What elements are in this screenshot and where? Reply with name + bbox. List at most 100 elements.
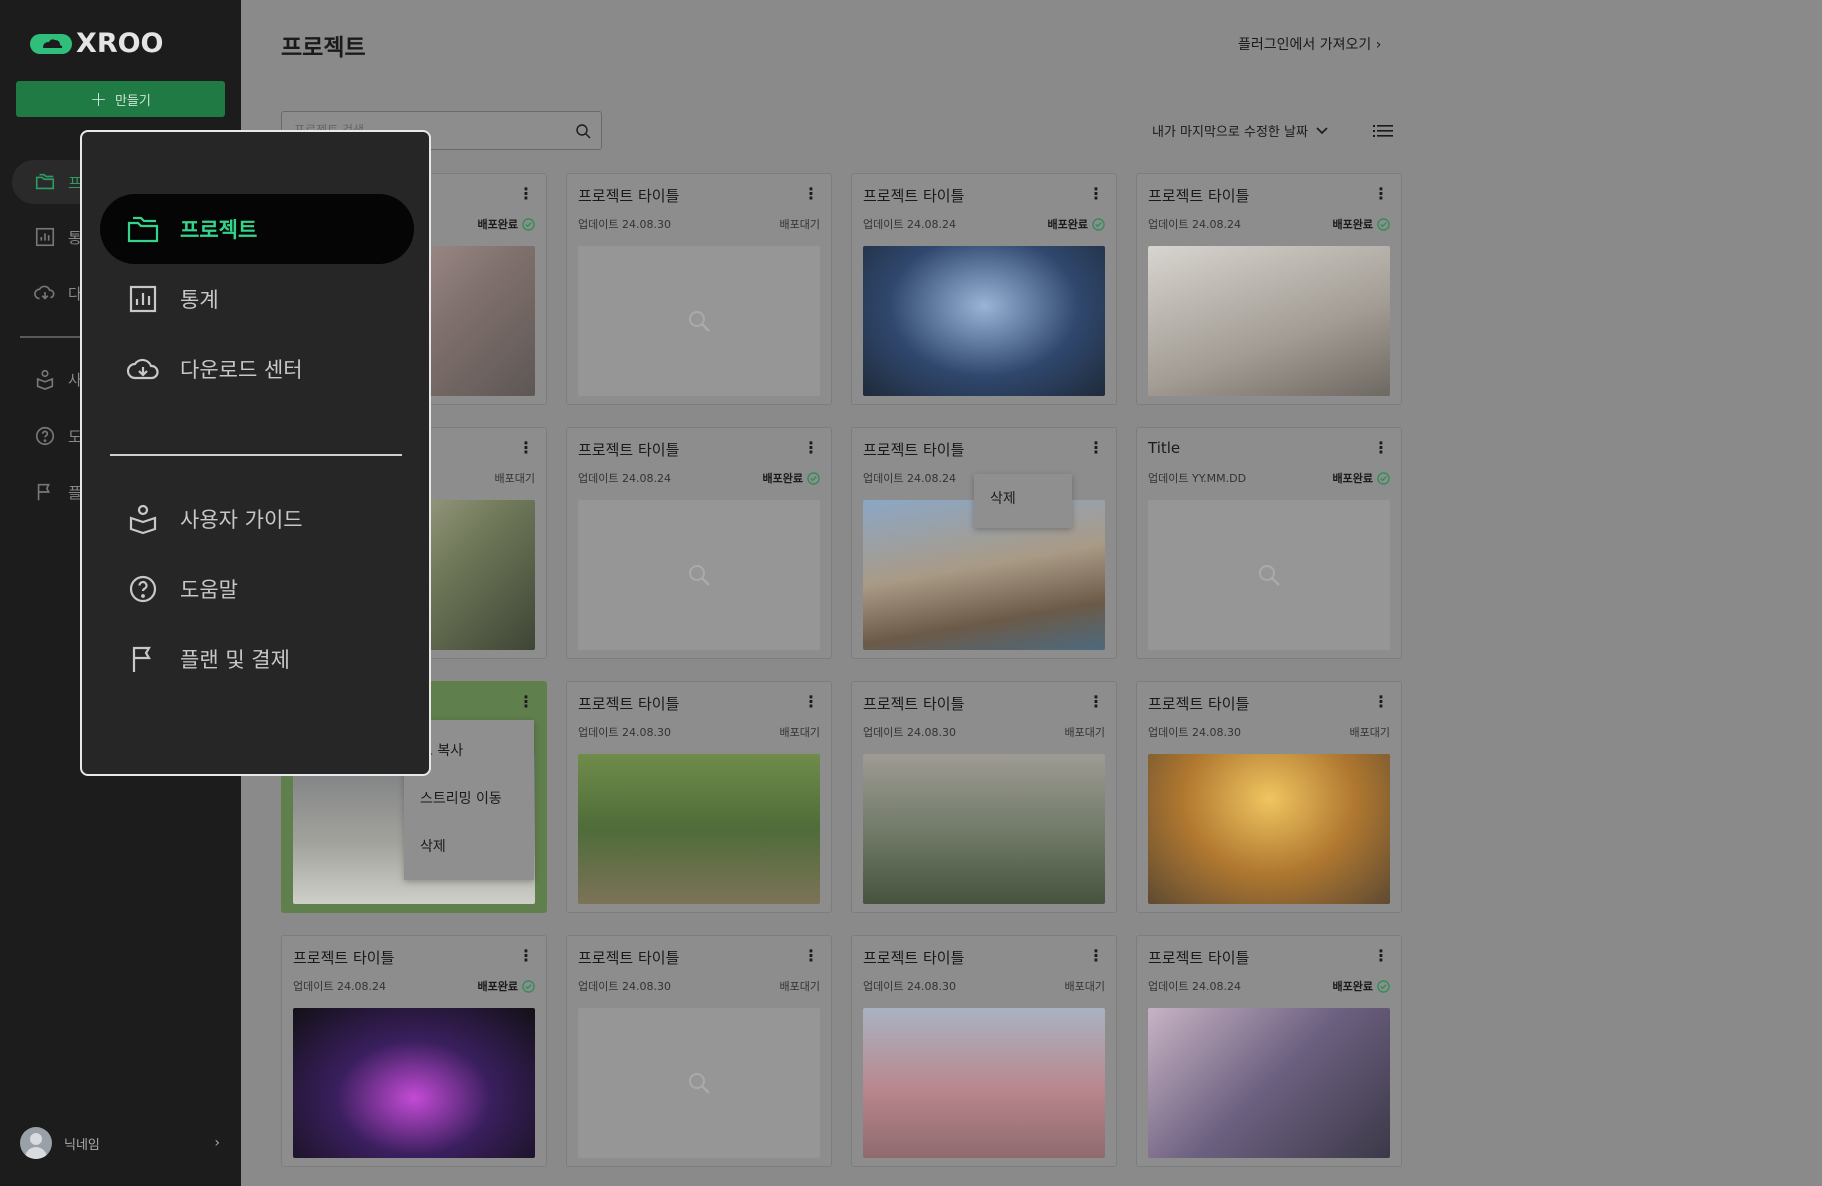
nav-item-stats[interactable]: 통계 — [100, 264, 414, 334]
deploy-status-badge: 배포대기 — [780, 978, 820, 994]
thumbnail-placeholder[interactable] — [1148, 500, 1390, 650]
project-thumbnail[interactable] — [863, 754, 1105, 904]
chevron-right-icon: › — [214, 1135, 220, 1151]
project-card[interactable]: 프로젝트 타이틀 ⋮ 업데이트 24.08.24 배포완료 — [281, 935, 547, 1167]
page-title: 프로젝트 — [281, 35, 366, 61]
project-thumbnail[interactable] — [863, 1008, 1105, 1158]
deploy-status-label: 배포완료 — [477, 980, 518, 993]
project-card-updated-date: 업데이트 24.08.30 — [578, 980, 671, 993]
sidebar-chart-icon[interactable] — [34, 226, 56, 248]
project-card[interactable]: 프로젝트 타이틀 ⋮ 업데이트 24.08.24 배포완료 — [1136, 935, 1402, 1167]
project-thumbnail[interactable] — [1148, 754, 1390, 904]
more-options-icon[interactable]: ⋮ — [518, 948, 534, 964]
user-profile-row[interactable]: 닉네임 › — [20, 1126, 220, 1160]
brand-logo[interactable]: XROO — [30, 28, 164, 59]
delete-menu-item[interactable]: 삭제 — [420, 836, 446, 856]
thumbnail-placeholder[interactable] — [578, 500, 820, 650]
more-options-icon[interactable]: ⋮ — [1088, 440, 1104, 456]
chevron-right-icon: › — [1375, 37, 1382, 53]
project-card[interactable]: 프로젝트 타이틀 ⋮ 업데이트 24.08.24 — [851, 427, 1117, 659]
image-placeholder-icon — [689, 565, 710, 586]
check-circle-icon — [1377, 217, 1390, 231]
project-thumbnail[interactable] — [578, 754, 820, 904]
sidebar-help-icon[interactable] — [34, 425, 56, 447]
plus-icon: + — [90, 87, 107, 111]
create-button[interactable]: + 만들기 — [16, 81, 225, 117]
check-circle-icon — [1377, 471, 1390, 485]
project-card-title: 프로젝트 타이틀 — [293, 949, 395, 967]
project-card-title: 프로젝트 타이틀 — [578, 695, 680, 713]
sidebar-guide-icon[interactable] — [34, 368, 56, 390]
more-options-icon[interactable]: ⋮ — [1088, 948, 1104, 964]
project-thumbnail[interactable] — [293, 1008, 535, 1158]
project-card[interactable]: Title ⋮ 업데이트 YY.MM.DD 배포완료 — [1136, 427, 1402, 659]
more-options-icon[interactable]: ⋮ — [803, 440, 819, 456]
deploy-status-badge: 배포대기 — [1350, 724, 1390, 740]
more-options-icon[interactable]: ⋮ — [1373, 948, 1389, 964]
project-card[interactable]: 프로젝트 타이틀 ⋮ 업데이트 24.08.30 배포대기 — [1136, 681, 1402, 913]
project-card[interactable]: 프로젝트 타이틀 ⋮ 업데이트 24.08.24 배포완료 — [566, 427, 832, 659]
sort-dropdown[interactable]: 내가 마지막으로 수정한 날짜 — [1152, 121, 1328, 140]
deploy-status-label: 배포대기 — [1064, 726, 1105, 739]
deploy-status-badge: 배포완료 — [1048, 216, 1105, 232]
more-options-icon[interactable]: ⋮ — [803, 948, 819, 964]
image-placeholder-icon — [1259, 565, 1280, 586]
context-menu: 삭제 — [974, 474, 1072, 528]
help-icon — [129, 575, 157, 603]
more-options-icon[interactable]: ⋮ — [1373, 440, 1389, 456]
deploy-status-label: 배포완료 — [477, 218, 518, 231]
more-options-icon[interactable]: ⋮ — [518, 694, 534, 710]
deploy-status-badge: 배포완료 — [478, 978, 535, 994]
more-options-icon[interactable]: ⋮ — [803, 186, 819, 202]
project-card-title: 프로젝트 타이틀 — [1148, 695, 1250, 713]
sidebar-flag-icon[interactable] — [34, 481, 56, 503]
more-options-icon[interactable]: ⋮ — [803, 694, 819, 710]
import-from-plugin-link[interactable]: 플러그인에서 가져오기 › — [1238, 34, 1381, 54]
nav-item-help[interactable]: 도움말 — [100, 554, 414, 624]
deploy-status-label: 배포완료 — [1332, 980, 1373, 993]
project-card-updated-date: 업데이트 24.08.24 — [1148, 980, 1241, 993]
project-card-updated-date: 업데이트 24.08.30 — [863, 980, 956, 993]
create-button-label: 만들기 — [114, 93, 151, 109]
more-options-icon[interactable]: ⋮ — [1373, 694, 1389, 710]
project-card-updated-date: 업데이트 YY.MM.DD — [1148, 472, 1247, 485]
project-card[interactable]: 프로젝트 타이틀 ⋮ 업데이트 24.08.24 배포완료 — [1136, 173, 1402, 405]
project-thumbnail[interactable] — [863, 246, 1105, 396]
project-card[interactable]: 프로젝트 타이틀 ⋮ 업데이트 24.08.30 배포대기 — [566, 173, 832, 405]
nav-item-download-center[interactable]: 다운로드 센터 — [100, 334, 414, 404]
sidebar-divider — [20, 336, 80, 338]
project-card[interactable]: 프로젝트 타이틀 ⋮ 업데이트 24.08.30 배포대기 — [566, 681, 832, 913]
project-card[interactable]: 프로젝트 타이틀 ⋮ 업데이트 24.08.30 배포대기 — [566, 935, 832, 1167]
deploy-status-badge: 배포대기 — [495, 470, 535, 486]
deploy-status-badge: 배포완료 — [1333, 470, 1390, 486]
project-card-updated-date: 업데이트 24.08.30 — [863, 726, 956, 739]
more-options-icon[interactable]: ⋮ — [1088, 694, 1104, 710]
project-card[interactable]: 프로젝트 타이틀 ⋮ 업데이트 24.08.24 배포완료 — [851, 173, 1117, 405]
nav-divider — [110, 454, 402, 456]
move-streaming-menu-item[interactable]: 스트리밍 이동 — [420, 788, 502, 808]
more-options-icon[interactable]: ⋮ — [518, 186, 534, 202]
search-icon[interactable] — [575, 123, 591, 139]
more-options-icon[interactable]: ⋮ — [518, 440, 534, 456]
nav-item-projects[interactable]: 프로젝트 — [100, 194, 414, 264]
sidebar-cloud-download-icon[interactable] — [34, 282, 56, 304]
nav-item-label: 도움말 — [180, 578, 238, 602]
project-card[interactable]: 프로젝트 타이틀 ⋮ 업데이트 24.08.30 배포대기 — [851, 681, 1117, 913]
deploy-status-label: 배포완료 — [762, 472, 803, 485]
avatar — [20, 1127, 52, 1159]
delete-menu-item[interactable]: 삭제 — [990, 488, 1016, 508]
more-options-icon[interactable]: ⋮ — [1088, 186, 1104, 202]
thumbnail-placeholder[interactable] — [578, 246, 820, 396]
project-thumbnail[interactable] — [1148, 1008, 1390, 1158]
nav-item-plan-billing[interactable]: 플랜 및 결제 — [100, 624, 414, 694]
more-options-icon[interactable]: ⋮ — [1373, 186, 1389, 202]
project-card-updated-date: 업데이트 24.08.30 — [578, 218, 671, 231]
project-card-title: 프로젝트 타이틀 — [863, 949, 965, 967]
thumbnail-placeholder[interactable] — [578, 1008, 820, 1158]
check-circle-icon — [807, 471, 820, 485]
project-thumbnail[interactable] — [1148, 246, 1390, 396]
nav-item-user-guide[interactable]: 사용자 가이드 — [100, 484, 414, 554]
project-card[interactable]: 프로젝트 타이틀 ⋮ 업데이트 24.08.30 배포대기 — [851, 935, 1117, 1167]
list-view-icon[interactable] — [1373, 122, 1393, 140]
sidebar-folder-icon[interactable] — [34, 171, 56, 193]
